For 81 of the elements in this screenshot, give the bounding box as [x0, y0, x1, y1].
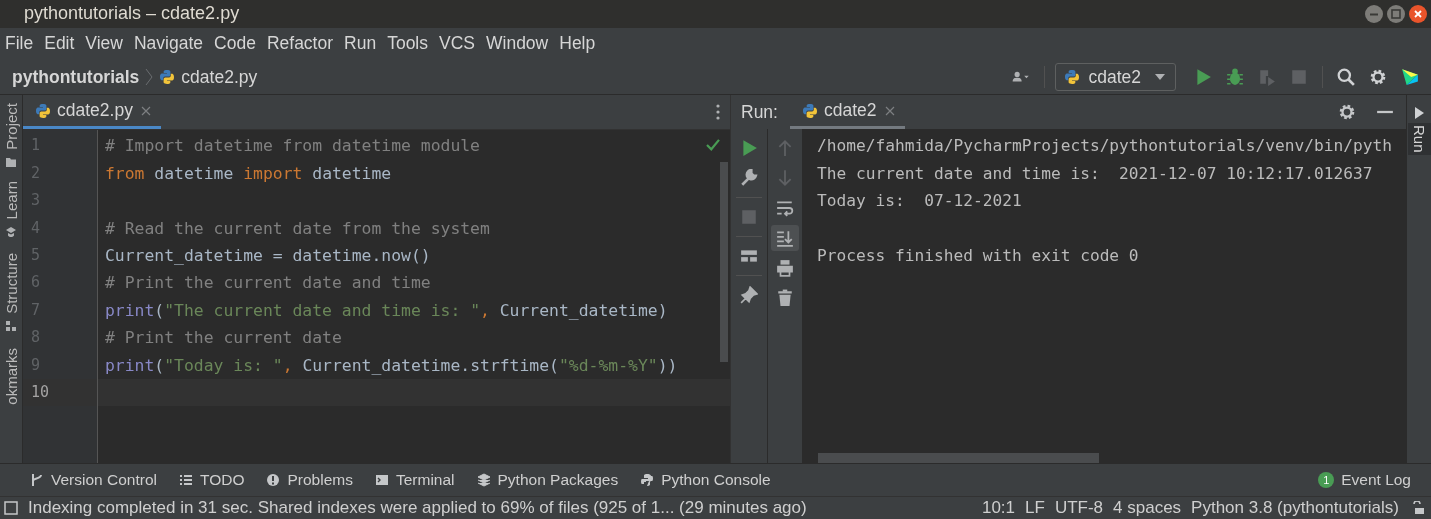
tool-window-button[interactable]: Problems: [266, 471, 353, 490]
console-line: Today is: 07-12-2021: [817, 190, 1023, 213]
scroll-to-end-icon: [776, 229, 794, 248]
pin-icon[interactable]: [740, 286, 758, 305]
output-tab[interactable]: cdate2: [789, 95, 905, 130]
tool-window-tab[interactable]: okmarks: [2, 348, 20, 406]
status-item[interactable]: 10:1: [981, 498, 1016, 519]
panel-title: Run:: [741, 101, 778, 123]
play-icon: [1414, 107, 1424, 120]
tool-window-button[interactable]: Version Control: [30, 471, 157, 490]
status-item[interactable]: 4 spaces: [1113, 498, 1182, 519]
tool-window-button[interactable]: Terminal: [374, 471, 455, 490]
chevron-icon: [145, 68, 154, 87]
search-icon[interactable]: [1337, 68, 1355, 87]
wrench-icon[interactable]: [740, 169, 758, 188]
menu-item[interactable]: File: [4, 33, 39, 55]
print-icon[interactable]: [776, 259, 794, 278]
menu-item[interactable]: Help: [558, 33, 601, 55]
tool-window-button[interactable]: TODO: [179, 471, 245, 490]
close-icon[interactable]: [1409, 4, 1427, 23]
menu-item[interactable]: Window: [485, 33, 554, 55]
logo-icon[interactable]: [1401, 68, 1419, 87]
code-line: # Print the current date and time: [105, 273, 431, 293]
menu-item[interactable]: Edit: [43, 33, 80, 55]
menu-item[interactable]: VCS: [438, 33, 480, 55]
tool-window-tab[interactable]: Learn: [2, 181, 20, 220]
warning-icon: [266, 473, 281, 488]
settings-icon[interactable]: [1369, 68, 1387, 87]
bug-icon[interactable]: [1226, 68, 1244, 87]
window-title: pythontutorials – cdate2.py: [24, 3, 241, 25]
count-badge: 1: [1318, 472, 1335, 489]
code-line: # Read the current date from the system: [105, 218, 490, 238]
list-icon: [179, 473, 193, 488]
code-line: print("Today is: ", Current_datetime.strftime("%d-%m-%Y")): [105, 355, 678, 375]
breadcrumb-item[interactable]: cdate2.py: [181, 66, 258, 88]
tool-window-button[interactable]: Python Packages: [476, 471, 619, 490]
menu-item[interactable]: Tools: [386, 33, 433, 55]
settings-icon[interactable]: [1338, 103, 1356, 122]
run-icon[interactable]: [1194, 68, 1212, 87]
menu-item[interactable]: Refactor: [265, 33, 339, 55]
terminal-icon: [374, 473, 389, 488]
tool-window-tab[interactable]: Run: [1407, 123, 1431, 155]
tool-window-tab[interactable]: Project: [2, 103, 20, 151]
event-log-button[interactable]: 1 Event Log: [1318, 471, 1411, 490]
caret-icon: [1155, 74, 1165, 81]
status-message: Indexing completed in 31 sec. Shared indexes were applied to 69% of files (925 of 1... (29 minutes ago): [28, 498, 807, 519]
unlock-icon[interactable]: [1411, 501, 1425, 516]
branch-icon: [30, 473, 44, 488]
tool-window-tab[interactable]: Structure: [2, 253, 20, 315]
code-line: # Import datetime from datetime module: [105, 136, 480, 156]
check-icon: [706, 139, 720, 152]
structure-icon: [5, 320, 17, 333]
console-line: The current date and time is: 2021-12-07 10:12:17.012637: [817, 162, 1374, 185]
scrollbar[interactable]: [720, 162, 728, 363]
window-icon[interactable]: [4, 501, 18, 516]
trash-icon[interactable]: [776, 289, 794, 308]
menu-item[interactable]: Navigate: [133, 33, 209, 55]
scroll-to-end-button[interactable]: [771, 225, 799, 252]
more-icon[interactable]: [716, 104, 720, 121]
console-line: Process finished with exit code 0: [817, 245, 1140, 268]
status-item[interactable]: Python 3.8 (pythontutorials): [1191, 498, 1399, 519]
menu-item[interactable]: Run: [343, 33, 382, 55]
code-line: print("The current date and time is: ", Current_datetime): [105, 300, 668, 320]
stack-icon: [476, 473, 491, 488]
breadcrumb-item[interactable]: pythontutorials: [12, 66, 140, 88]
status-item[interactable]: LF: [1025, 498, 1045, 519]
tool-window-button[interactable]: Python Console: [640, 471, 771, 490]
console-line: /home/fahmida/PycharmProjects/pythontutorials/venv/bin/pyth: [817, 135, 1393, 158]
menu-item[interactable]: Code: [213, 33, 261, 55]
menu-item[interactable]: View: [84, 33, 128, 55]
run-icon[interactable]: [740, 139, 758, 158]
code-line: from datetime import datetime: [105, 163, 392, 183]
minimize-icon[interactable]: [1365, 4, 1383, 23]
scrollbar[interactable]: [818, 453, 1099, 464]
cap-icon: [5, 225, 17, 238]
code-line: Current_datetime = datetime.now(): [105, 246, 431, 265]
soft-wrap-icon[interactable]: [776, 199, 794, 218]
folder-icon: [5, 156, 17, 169]
run-config-dropdown[interactable]: cdate2: [1055, 63, 1176, 92]
status-item[interactable]: UTF-8: [1054, 498, 1104, 519]
code-line: # Print the current date: [105, 328, 342, 348]
